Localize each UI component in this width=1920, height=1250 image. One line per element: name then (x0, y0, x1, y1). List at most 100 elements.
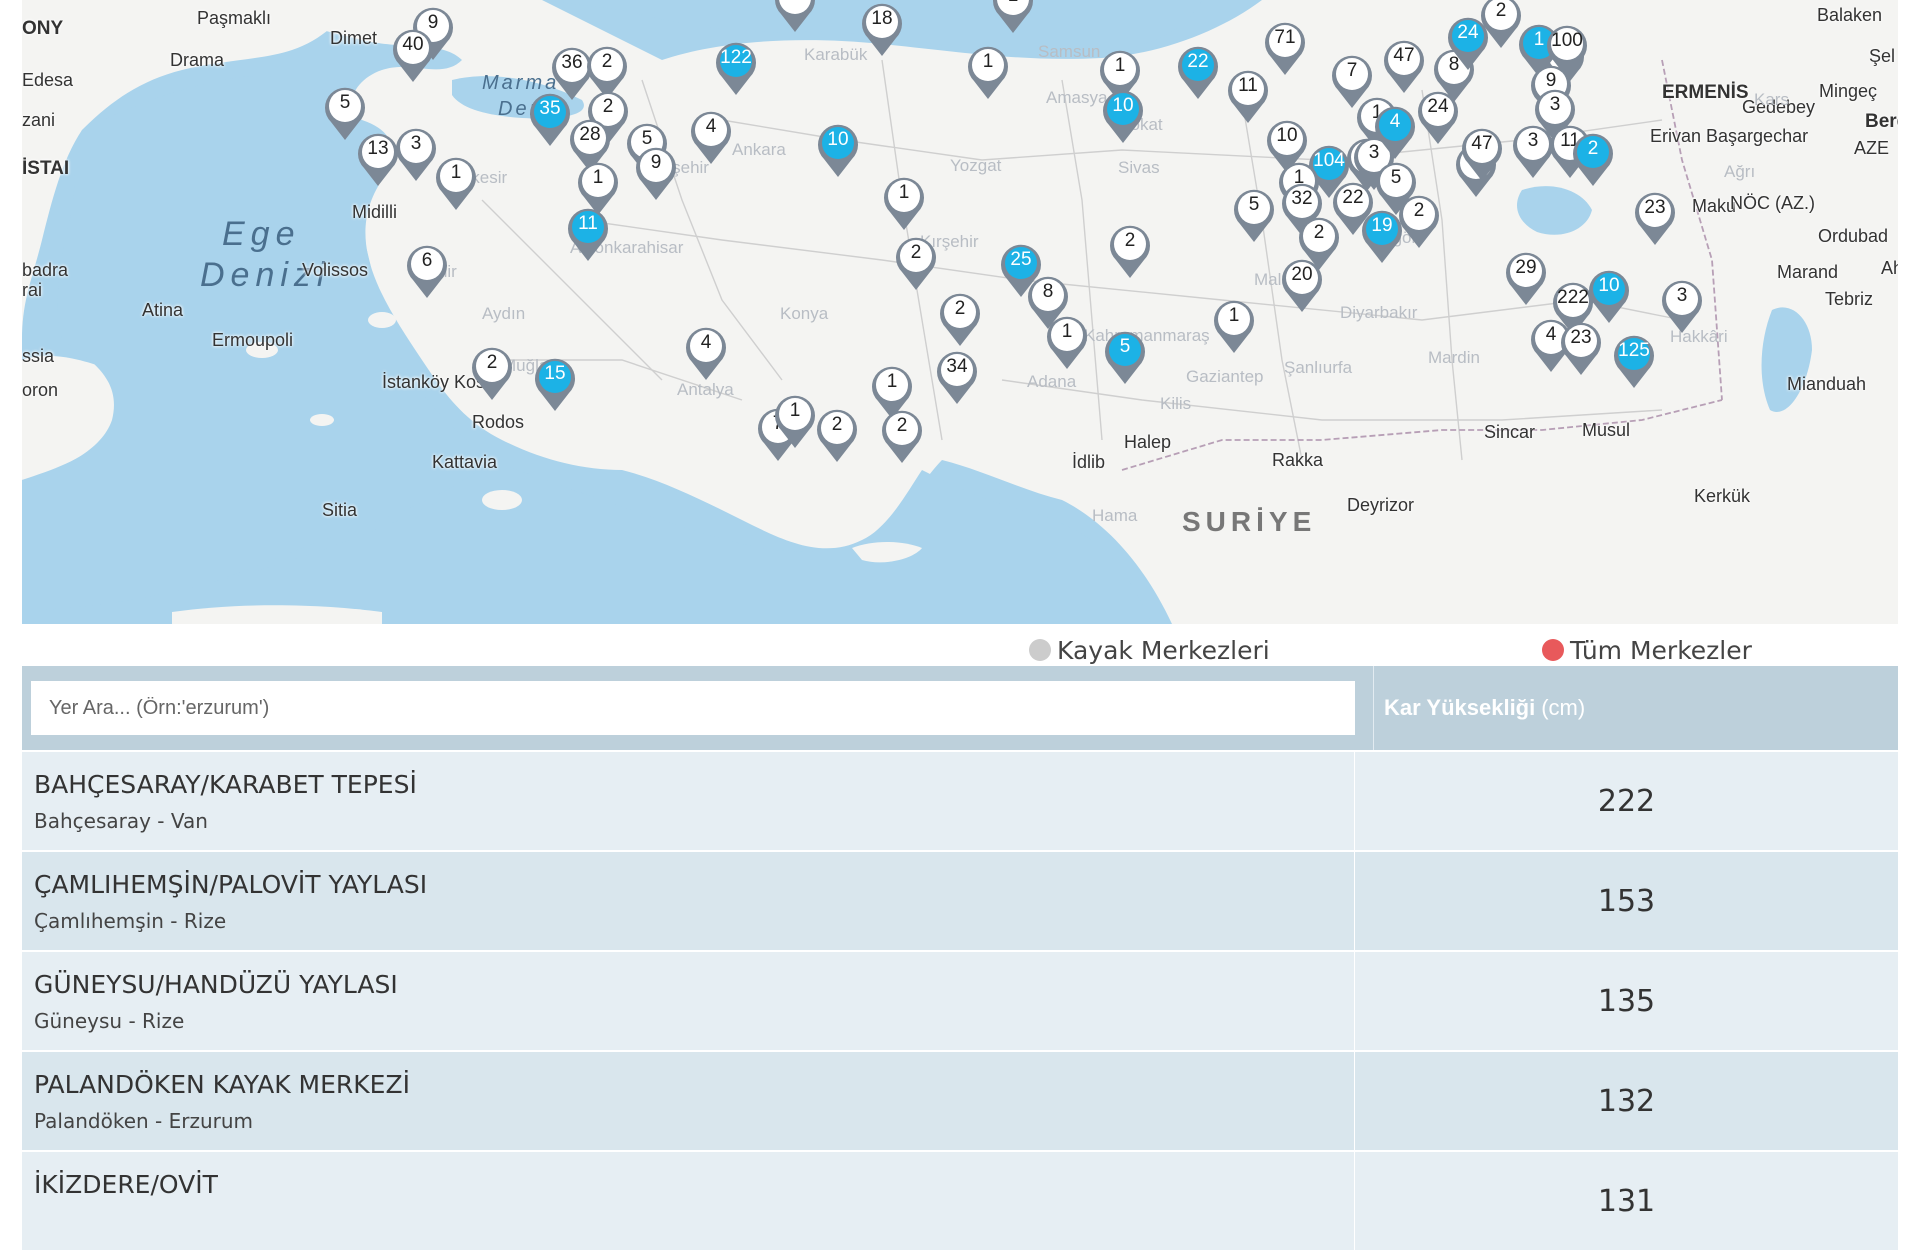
marker-count: 1 (886, 371, 898, 392)
map-marker[interactable]: 125 (1610, 332, 1658, 390)
marker-count: 15 (544, 363, 566, 384)
column-header-snow-depth[interactable]: Kar Yüksekliği (cm) (1373, 666, 1898, 750)
table-body: BAHÇESARAY/KARABET TEPESİ Bahçesaray - Va… (22, 750, 1898, 1250)
place-label: Halep (1124, 432, 1172, 452)
table-row[interactable]: ÇAMLIHEMŞİN/PALOVİT YAYLASI Çamlıhemşin -… (22, 850, 1898, 950)
marker-count: 10 (827, 129, 849, 150)
marker-count: 5 (1119, 336, 1131, 357)
map-marker[interactable]: 47 (1380, 37, 1428, 95)
map-marker[interactable]: 4 (682, 324, 730, 382)
marker-count: 2 (831, 414, 843, 435)
map-marker[interactable]: 11 (564, 205, 612, 263)
search-input[interactable] (31, 681, 1355, 735)
place-label: Ordubad (1818, 226, 1889, 246)
place-label: Rodos (472, 412, 525, 432)
map-marker[interactable]: 1 (964, 43, 1012, 101)
marker-count: 34 (946, 356, 968, 377)
map-marker[interactable]: 122 (712, 39, 760, 97)
place-label: Mianduah (1787, 374, 1867, 394)
legend-all-label: Tüm Merkezler (1570, 636, 1752, 665)
map-marker[interactable]: 2 (878, 407, 926, 465)
station-name: PALANDÖKEN KAYAK MERKEZİ (34, 1070, 410, 1099)
table-row[interactable]: GÜNEYSU/HANDÜZÜ YAYLASI Güneysu - Rize 135 (22, 950, 1898, 1050)
map-marker[interactable]: 3 (1658, 277, 1706, 335)
map-marker[interactable]: 47 (1458, 125, 1506, 183)
map-marker[interactable]: 40 (389, 26, 437, 84)
marker-count: 2 (896, 415, 908, 436)
map-marker[interactable]: 1 (989, 0, 1037, 35)
place-label: Rakka (1272, 450, 1324, 470)
marker-count: 1 (989, 0, 1037, 7)
map-marker[interactable]: 18 (858, 0, 906, 58)
place-label: Ankara (732, 140, 786, 159)
map-marker[interactable]: 1 (1210, 297, 1258, 355)
marker-count: 22 (1187, 51, 1209, 72)
legend-all-centers[interactable]: Tüm Merkezler (1542, 636, 1752, 665)
table-row[interactable]: İKİZDERE/OVİT 131 (22, 1150, 1898, 1250)
marker-count: 10 (1276, 125, 1298, 146)
map-marker[interactable]: 1 (1043, 313, 1091, 371)
snow-depth-map[interactable]: Ege Denizi Marma Den Paşmaklı Drama Edesa D… (22, 0, 1898, 624)
map-marker[interactable]: 2 (468, 344, 516, 402)
place-label: rai (22, 280, 43, 300)
map-marker[interactable]: 4 (1371, 103, 1419, 161)
map-legend: Kayak Merkezleri Tüm Merkezler (0, 636, 1920, 668)
map-marker[interactable]: 1 (432, 154, 480, 212)
map-marker[interactable]: 1 (771, 392, 819, 450)
table-row[interactable]: PALANDÖKEN KAYAK MERKEZİ Palandöken - Erz… (22, 1050, 1898, 1150)
table-header: Kar Yüksekliği (cm) (22, 666, 1898, 750)
map-marker[interactable]: 20 (1278, 256, 1326, 314)
place-label: Dimet (330, 28, 378, 48)
marker-count: 3 (1676, 285, 1688, 306)
marker-count: 47 (1471, 133, 1493, 154)
place-label: Drama (170, 50, 225, 70)
place-label: Aha (1881, 258, 1898, 278)
map-marker[interactable]: 2 (892, 234, 940, 292)
map-marker[interactable]: 2 (1569, 130, 1617, 188)
marker-count: 71 (1274, 27, 1296, 48)
map-marker[interactable]: 2 (1395, 192, 1443, 250)
map-marker[interactable]: 10 (814, 121, 862, 179)
marker-count: 1 (1061, 321, 1073, 342)
map-marker[interactable]: 2 (936, 290, 984, 348)
map-marker[interactable]: 23 (1631, 189, 1679, 247)
map-marker[interactable]: 9 (632, 144, 680, 202)
snow-depth-value: 222 (1354, 752, 1898, 850)
place-label: Diyarbakır (1340, 303, 1418, 322)
map-marker[interactable]: 10 (1099, 87, 1147, 145)
place-label: ssia (22, 346, 55, 366)
marker-count: 9 (650, 152, 662, 173)
map-marker[interactable]: 10 (1585, 267, 1633, 325)
map-marker[interactable]: 22 (1174, 43, 1222, 101)
marker-count: 4 (1389, 111, 1401, 132)
map-marker[interactable]: 23 (1557, 319, 1605, 377)
place-label: NÖC (AZ.) (1730, 193, 1815, 213)
map-marker[interactable]: 6 (403, 242, 451, 300)
marker-count: 2 (1313, 222, 1325, 243)
marker-count: 23 (1570, 327, 1592, 348)
table-row[interactable]: BAHÇESARAY/KARABET TEPESİ Bahçesaray - Va… (22, 750, 1898, 850)
snow-depth-table: Kar Yüksekliği (cm) BAHÇESARAY/KARABET T… (22, 666, 1898, 1250)
map-marker[interactable]: 5 (1101, 328, 1149, 386)
place-label: SURİYE (1182, 506, 1317, 537)
map-marker[interactable]: 8 (771, 0, 819, 34)
marker-count: 8 (1042, 281, 1054, 302)
marker-count: 122 (720, 47, 752, 68)
map-marker[interactable]: 15 (531, 355, 579, 413)
snow-depth-value: 135 (1354, 952, 1898, 1050)
map-marker[interactable]: 5 (1230, 186, 1278, 244)
map-marker[interactable]: 1 (880, 174, 928, 232)
map-marker[interactable]: 2 (1106, 222, 1154, 280)
map-marker[interactable]: 34 (933, 348, 981, 406)
sea-label-ege: Ege (222, 215, 301, 253)
column-header-label: Kar Yüksekliği (1384, 695, 1536, 720)
marker-count: 4 (705, 116, 717, 137)
map-marker[interactable]: 29 (1502, 249, 1550, 307)
marker-count: 1 (789, 400, 801, 421)
map-marker[interactable]: 2 (813, 406, 861, 464)
marker-count: 29 (1515, 257, 1537, 278)
legend-ski-centers[interactable]: Kayak Merkezleri (1029, 636, 1270, 665)
place-label: Sincar (1484, 422, 1536, 442)
station-location: Güneysu - Rize (34, 1009, 185, 1033)
map-marker[interactable]: 4 (687, 108, 735, 166)
